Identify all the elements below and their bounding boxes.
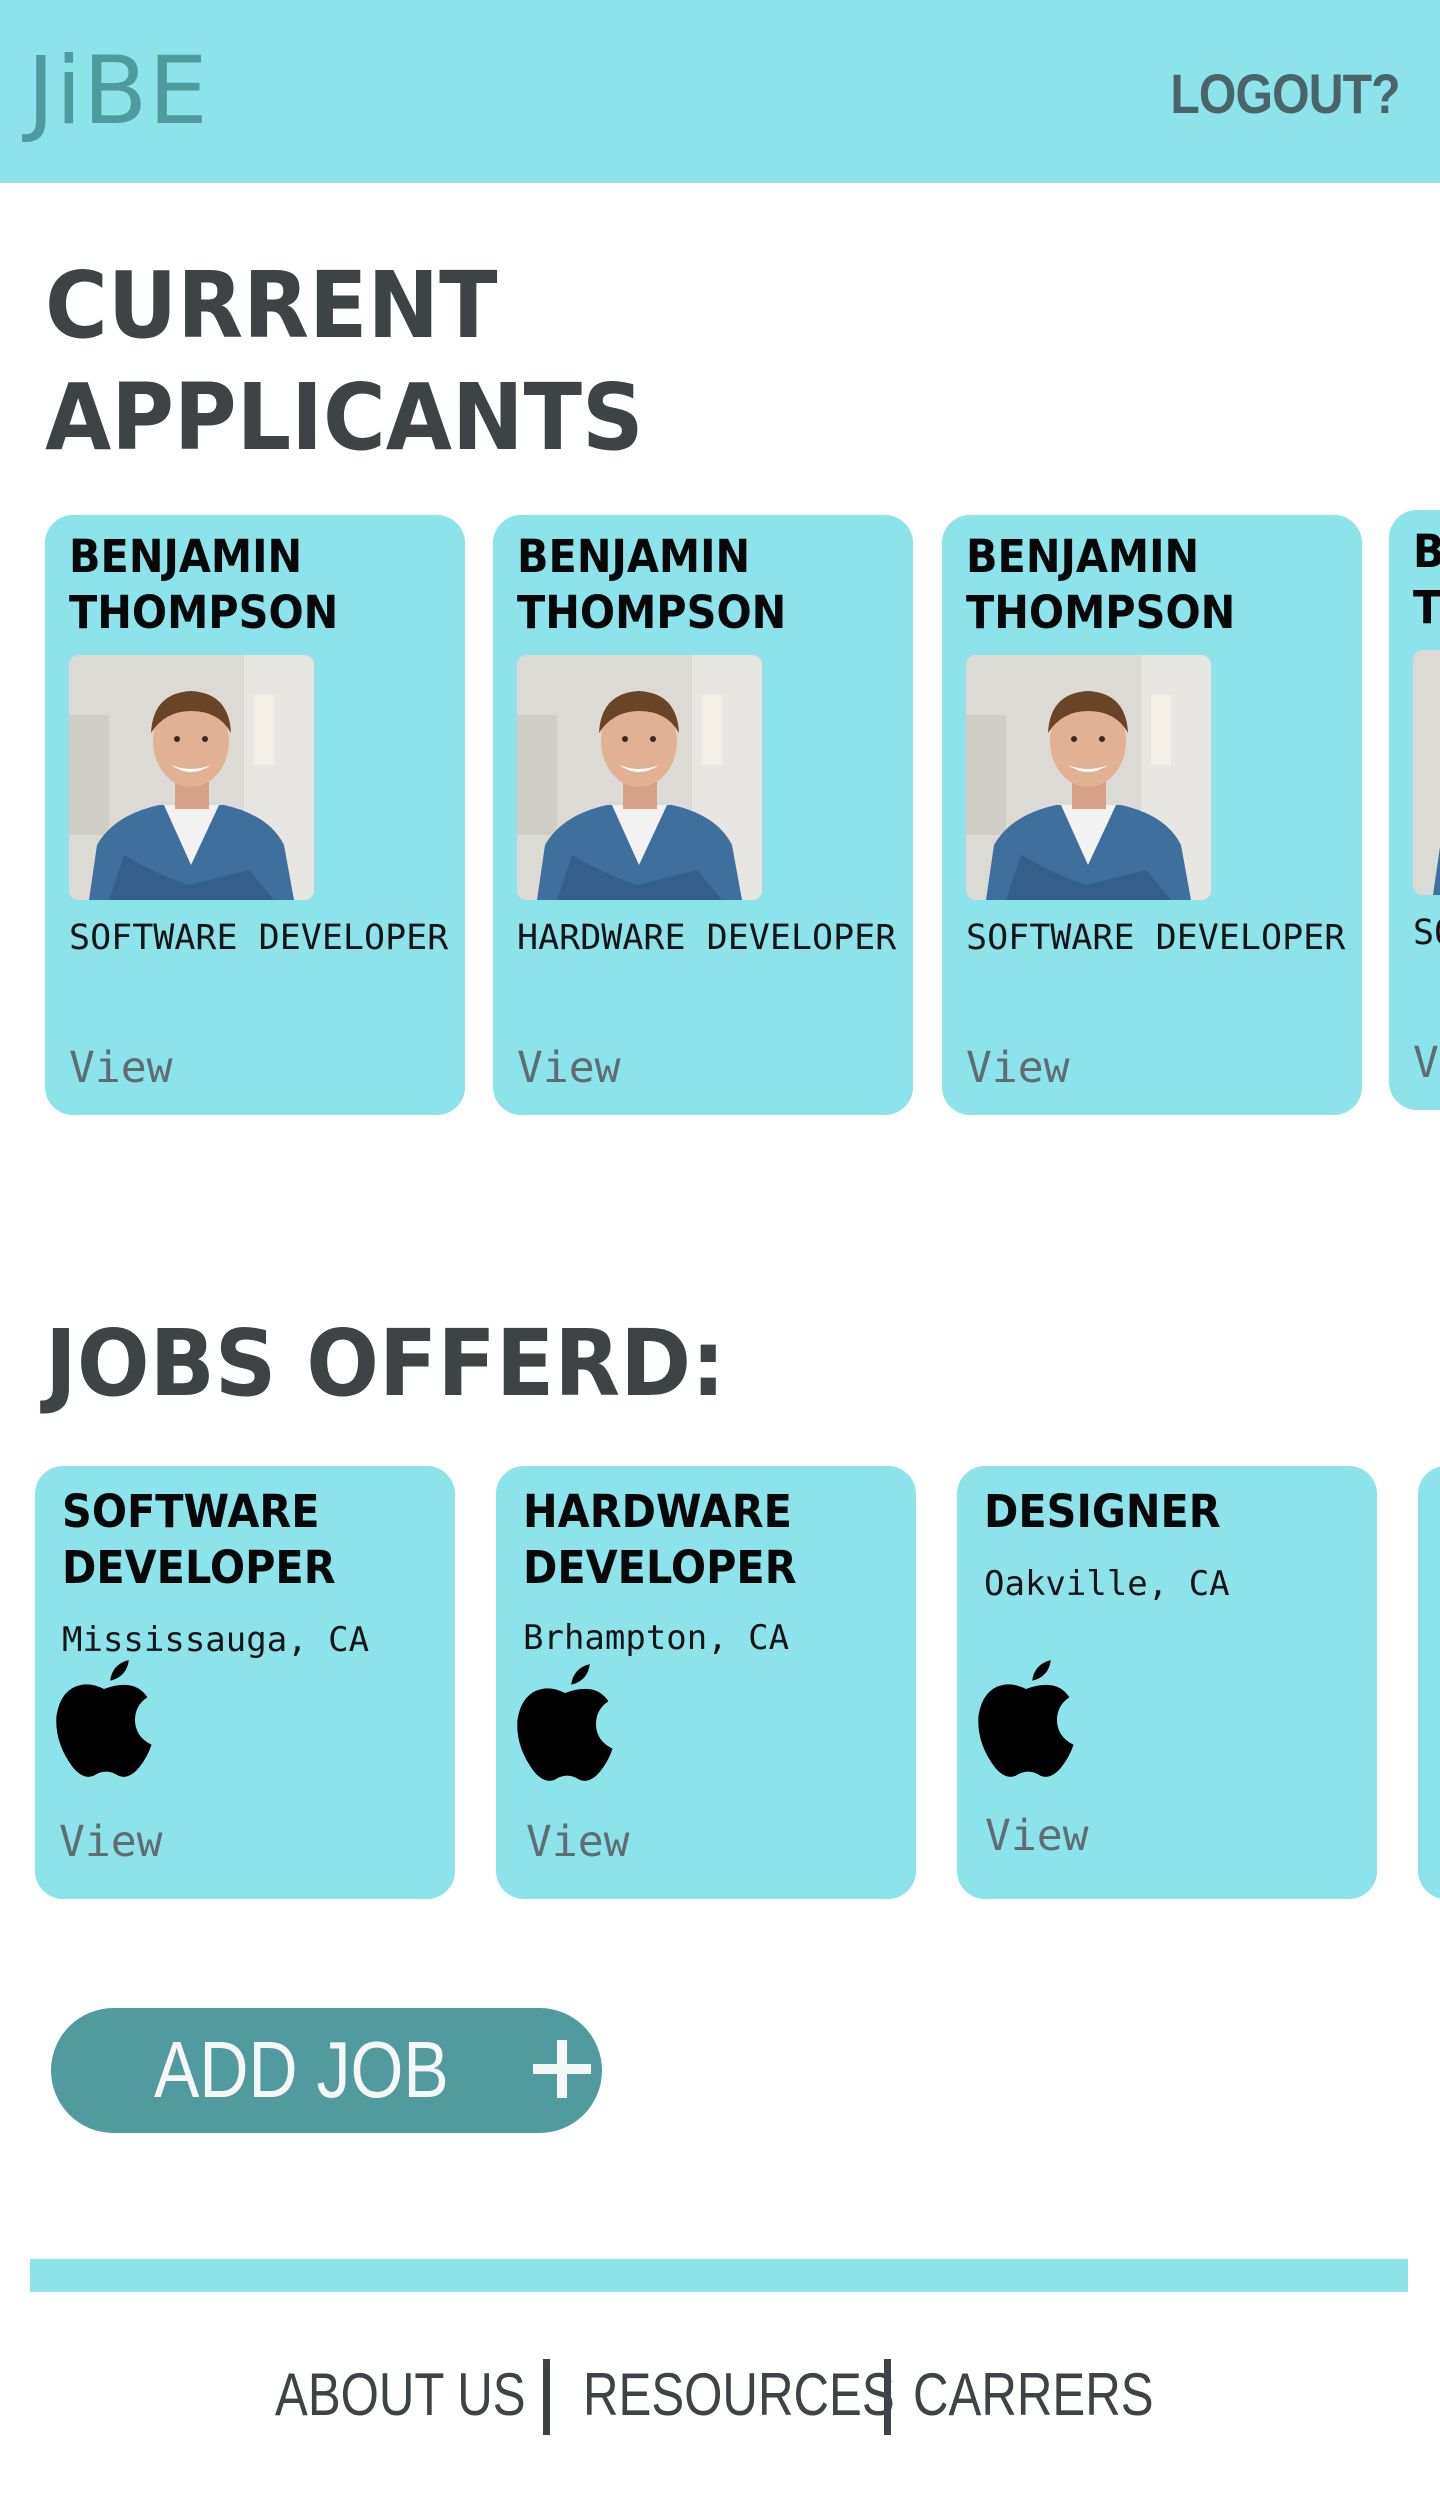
jobs-carousel[interactable]: SOFTWARE DEVELOPER Mississauga, CA View … [0,1460,1440,1910]
resources-link[interactable]: RESOURCES [583,2355,895,2435]
footer-separator [543,2359,550,2435]
job-card[interactable]: SOFTWARE DEVELOPER Mississauga, CA View [35,1466,455,1899]
jobs-offered-heading: JOBS OFFERD: [45,1310,726,1417]
footer-divider [30,2259,1408,2292]
job-card[interactable] [1418,1466,1440,1899]
applicant-name: BENJAMIN THOMPSON [69,530,339,639]
job-location: Brhampton, CA [523,1618,790,1658]
add-job-button[interactable]: ADD JOB [51,2008,602,2133]
add-job-label: ADD JOB [154,2025,449,2114]
view-job-link[interactable]: View [985,1810,1089,1862]
job-title: HARDWARE DEVELOPER [523,1485,797,1594]
apple-icon [978,1660,1074,1777]
applicant-role: HARDWARE DEVELOPER [517,918,897,958]
job-card[interactable]: DESIGNER Oakville, CA View [957,1466,1377,1899]
view-job-link[interactable]: View [59,1816,163,1868]
view-applicant-link[interactable]: View [517,1042,621,1094]
job-card[interactable]: HARDWARE DEVELOPER Brhampton, CA View [496,1466,916,1899]
job-title: DESIGNER [984,1485,1221,1538]
view-applicant-link[interactable]: View [966,1042,1070,1094]
applicant-photo [1413,650,1440,895]
apple-icon [56,1660,152,1777]
top-bar: JiBE LOGOUT? [0,0,1440,183]
applicant-card[interactable]: BENJAMIN THOMPSON HARDWARE DEVELOPER Vie… [493,515,913,1115]
view-job-link[interactable]: View [526,1816,630,1868]
job-title: SOFTWARE DEVELOPER [62,1485,336,1594]
applicant-photo [966,655,1211,900]
applicant-photo [69,655,314,900]
applicants-carousel[interactable]: BENJAMIN THOMPSON SOFTWARE DEVELOPER Vie… [0,510,1440,1115]
jibe-logo[interactable]: JiBE [27,38,209,146]
applicant-name: BENJAMIN THOMPSON [1413,525,1440,634]
applicant-name: BENJAMIN THOMPSON [966,530,1236,639]
applicant-role: SOFTWARE DEVELOPER [69,918,449,958]
applicant-role: SOFTWARE DEVELOPER [1413,913,1440,953]
footer-separator [884,2359,891,2435]
apple-icon [517,1664,613,1781]
logout-link[interactable]: LOGOUT? [1171,62,1401,126]
job-location: Oakville, CA [984,1564,1230,1604]
job-location: Mississauga, CA [62,1620,370,1660]
careers-link[interactable]: CARRERS [913,2355,1154,2435]
applicant-card[interactable]: BENJAMIN THOMPSON SOFTWARE DEVELOPER Vie… [45,515,465,1115]
footer-nav: ABOUT US RESOURCES CARRERS [0,2355,1440,2435]
applicant-name: BENJAMIN THOMPSON [517,530,787,639]
view-applicant-link[interactable]: View [69,1042,173,1094]
plus-icon [533,2040,591,2098]
view-applicant-link[interactable]: View [1413,1037,1440,1089]
applicant-card[interactable]: BENJAMIN THOMPSON SOFTWARE DEVELOPER Vie… [1389,510,1440,1110]
about-us-link[interactable]: ABOUT US [275,2355,526,2435]
current-applicants-heading: CURRENT APPLICANTS [45,252,644,471]
applicant-card[interactable]: BENJAMIN THOMPSON SOFTWARE DEVELOPER Vie… [942,515,1362,1115]
applicant-photo [517,655,762,900]
applicant-role: SOFTWARE DEVELOPER [966,918,1346,958]
